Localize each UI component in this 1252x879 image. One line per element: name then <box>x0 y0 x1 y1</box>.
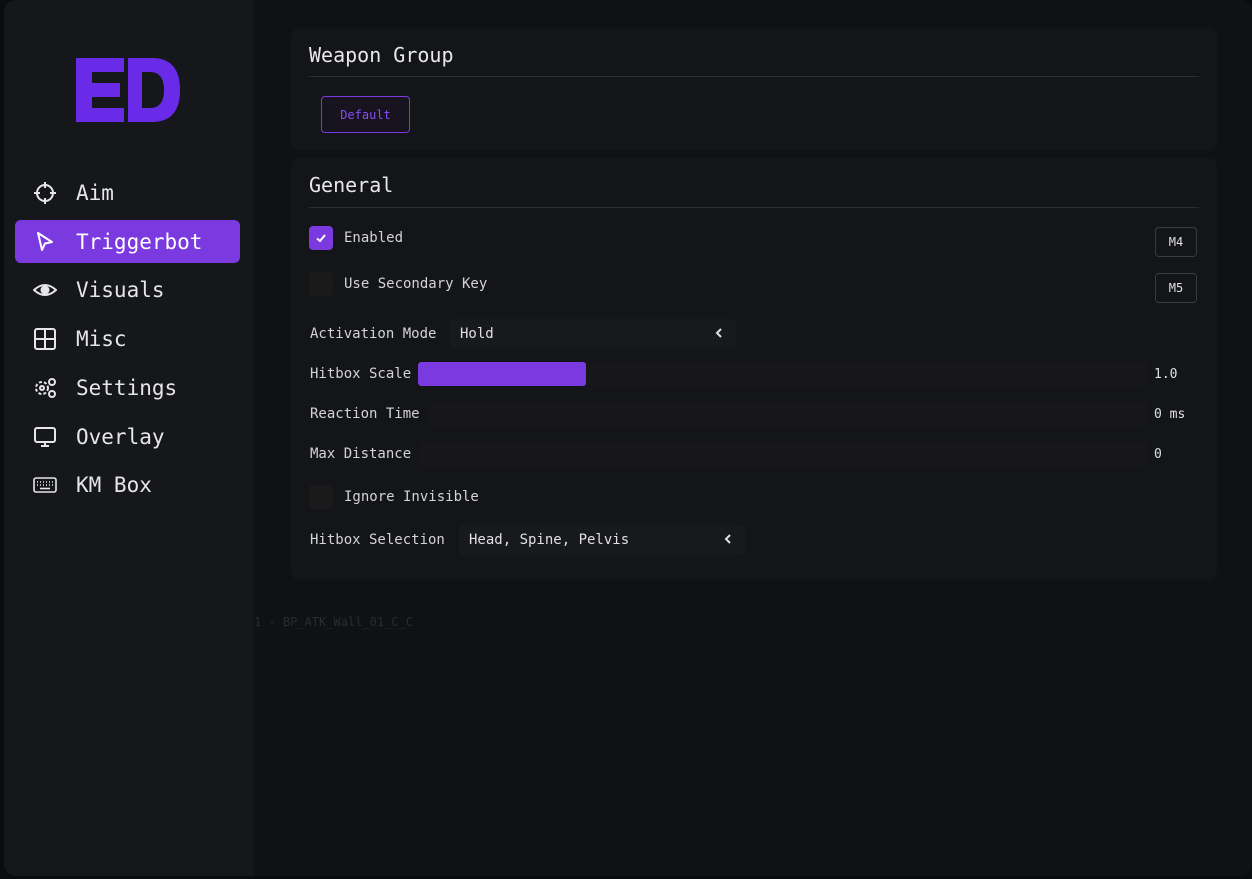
reaction-time-label: Reaction Time <box>310 406 420 422</box>
sidebar-item-km-box[interactable]: KM Box <box>15 463 240 506</box>
weapon-group-title: Weapon Group <box>309 43 454 67</box>
divider <box>309 76 1199 77</box>
hitbox-selection-label: Hitbox Selection <box>310 532 445 548</box>
cursor-icon <box>33 230 57 254</box>
sidebar-item-label: Overlay <box>76 424 165 449</box>
general-card: General Enabled M4 Use Secondary Key M5 … <box>291 158 1217 580</box>
check-icon <box>316 234 326 243</box>
max-distance-value: 0 <box>1154 447 1162 462</box>
sidebar: Aim Triggerbot Visuals Misc Settings Ove… <box>4 0 254 876</box>
sidebar-item-label: KM Box <box>76 472 152 497</box>
activation-mode-select[interactable]: Hold <box>450 319 736 349</box>
sidebar-item-label: Misc <box>76 326 127 351</box>
secondary-key-checkbox[interactable] <box>309 272 333 296</box>
gears-icon <box>33 376 57 400</box>
hitbox-scale-label: Hitbox Scale <box>310 366 412 382</box>
chevron-left-icon <box>724 534 731 544</box>
reaction-time-value: 0 ms <box>1154 407 1186 422</box>
main-panel: 1 - BP_ATK_Wall_01_C_C Weapon Group Defa… <box>254 0 1252 876</box>
ignore-invisible-checkbox[interactable] <box>309 485 333 509</box>
hitbox-selection-value: Head, Spine, Pelvis <box>469 532 630 548</box>
sidebar-item-label: Triggerbot <box>76 229 203 254</box>
enabled-keybind-button[interactable]: M4 <box>1155 227 1197 257</box>
hitbox-selection-select[interactable]: Head, Spine, Pelvis <box>459 525 745 555</box>
enabled-label: Enabled <box>344 230 404 246</box>
sidebar-item-visuals[interactable]: Visuals <box>15 268 240 311</box>
monitor-icon <box>33 425 57 449</box>
sidebar-item-misc[interactable]: Misc <box>15 317 240 360</box>
enabled-checkbox[interactable] <box>309 226 333 250</box>
chevron-left-icon <box>715 328 722 338</box>
secondary-keybind-button[interactable]: M5 <box>1155 273 1197 303</box>
ignore-invisible-label: Ignore Invisible <box>344 489 479 505</box>
sidebar-item-overlay[interactable]: Overlay <box>15 415 240 458</box>
sidebar-item-aim[interactable]: Aim <box>15 171 240 214</box>
max-distance-label: Max Distance <box>310 446 412 462</box>
secondary-key-label: Use Secondary Key <box>344 276 488 292</box>
logo <box>76 58 180 122</box>
activation-mode-value: Hold <box>460 326 494 342</box>
reaction-time-slider[interactable] <box>430 402 1147 426</box>
slider-fill <box>418 362 586 386</box>
divider <box>309 207 1199 208</box>
weapon-group-card: Weapon Group Default <box>291 28 1217 150</box>
background-debug-text: 1 - BP_ATK_Wall_01_C_C <box>254 615 413 629</box>
general-title: General <box>309 173 394 197</box>
crosshair-icon <box>33 181 57 205</box>
grid-icon <box>33 327 57 351</box>
hitbox-scale-value: 1.0 <box>1154 367 1178 382</box>
sidebar-item-label: Aim <box>76 180 114 205</box>
activation-mode-label: Activation Mode <box>310 326 437 342</box>
app-window: Aim Triggerbot Visuals Misc Settings Ove… <box>4 0 1252 876</box>
max-distance-slider[interactable] <box>418 442 1147 466</box>
sidebar-item-settings[interactable]: Settings <box>15 366 240 409</box>
eye-icon <box>33 278 57 302</box>
sidebar-item-triggerbot[interactable]: Triggerbot <box>15 220 240 263</box>
sidebar-item-label: Visuals <box>76 277 165 302</box>
keyboard-icon <box>33 473 57 497</box>
sidebar-item-label: Settings <box>76 375 178 400</box>
default-group-button[interactable]: Default <box>321 96 410 133</box>
hitbox-scale-slider[interactable] <box>418 362 1147 386</box>
